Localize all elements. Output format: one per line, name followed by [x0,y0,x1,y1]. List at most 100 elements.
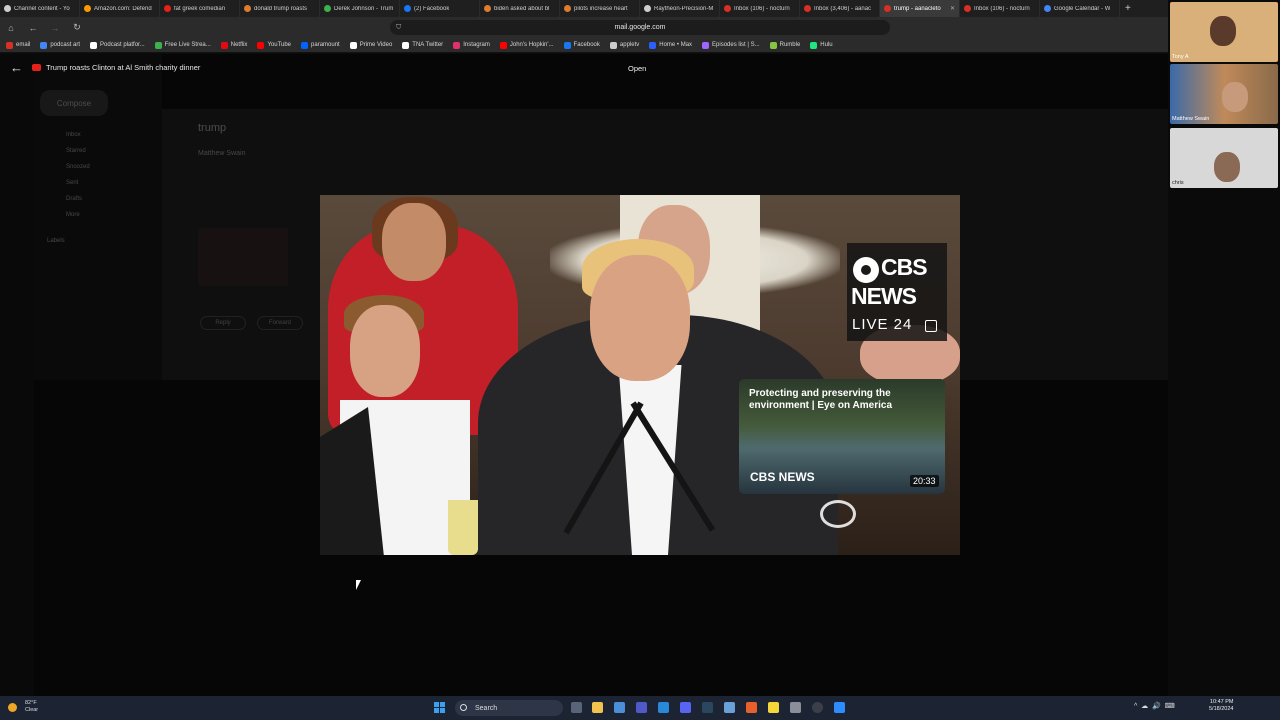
browser-tab[interactable]: trump - aanacleto ✕ [880,0,960,17]
obs-icon[interactable] [812,702,823,713]
browser-tab[interactable]: Raytheon-Precision-M [640,0,720,17]
bookmark-item[interactable]: email [6,41,30,49]
weather-widget[interactable]: 82°F Clear [25,700,38,714]
nav-starred[interactable]: Starred [66,148,86,154]
system-tray[interactable]: ^ ☁ 🔊 ⌨ [1134,702,1175,710]
brave-icon[interactable] [746,702,757,713]
url-field[interactable]: ⛉ mail.google.com [390,20,890,35]
back-icon[interactable]: ← [22,23,44,33]
browser-tab[interactable]: biden asked about bl [480,0,560,17]
browser-tab[interactable]: Derek Johnson - Trum [320,0,400,17]
browser-tab[interactable]: (2) Facebook [400,0,480,17]
reload-icon[interactable]: ↻ [66,22,88,33]
tab-favicon-icon [964,5,971,12]
browser-tab[interactable]: Google Calendar - W [1040,0,1120,17]
weather-temp: 82°F [25,700,37,706]
mail-icon[interactable] [658,702,669,713]
bookmark-label: TNA Twitter [412,42,444,48]
browser-tab[interactable]: fat greek comedian [160,0,240,17]
url-text: mail.google.com [614,24,666,31]
forward-button[interactable]: Forward [257,316,303,330]
nav-snoozed[interactable]: Snoozed [66,164,90,170]
participants-panel: Tony A Matthew Swain chris [1168,0,1280,696]
sticky-notes-icon[interactable] [768,702,779,713]
tab-title: pilots increase heart [574,5,628,12]
shield-icon: ⛉ [396,23,402,31]
bookmark-favicon-icon [810,41,818,49]
browser-tab[interactable]: Inbox (106) - nocturn [960,0,1040,17]
participant-tile[interactable]: chris [1170,128,1278,188]
taskbar-search[interactable]: Search [455,700,563,716]
task-view-icon[interactable] [571,702,582,713]
labels-heading: Labels [47,238,65,244]
new-tab-icon[interactable]: + [1120,3,1136,14]
nav-sent[interactable]: Sent [66,180,78,186]
discord-icon[interactable] [680,702,691,713]
taskbar-clock[interactable]: 10:47 PM 5/18/2024 [1209,699,1233,713]
file-explorer-icon[interactable] [592,702,603,713]
mouse-cursor-icon [356,580,361,590]
cbs-news-live-logo[interactable]: CBS NEWS LIVE 24 [847,243,947,341]
browser-tab[interactable]: Channel content - Yo [0,0,80,17]
browser-tab[interactable]: donald trump roasts [240,0,320,17]
nav-drafts[interactable]: Drafts [66,196,82,202]
bookmark-item[interactable]: John's Hopkin'... [499,41,554,49]
back-arrow-icon[interactable]: ← [10,60,23,75]
windows-start-icon[interactable] [434,702,446,714]
close-tab-icon[interactable]: ✕ [950,5,955,12]
bookmark-item[interactable]: podcast art [40,41,80,49]
bookmark-label: paramount [311,42,340,48]
bookmark-item[interactable]: Instagram [453,41,490,49]
bookmark-item[interactable]: Netflix [220,41,247,49]
bookmark-item[interactable]: TNA Twitter [402,41,444,49]
tab-title: biden asked about bl [494,5,550,12]
browser-tab[interactable]: Inbox (3,406) - aanac [800,0,880,17]
bookmark-item[interactable]: Rumble [769,41,800,49]
nav-more[interactable]: More [66,212,80,218]
bookmark-item[interactable]: Podcast platfor... [90,41,145,49]
bookmark-item[interactable]: Hulu [810,41,833,49]
open-button[interactable]: Open [628,64,646,73]
participant-person [1210,16,1236,46]
suggested-video-card[interactable]: Protecting and preserving the environmen… [739,379,945,494]
guest-man-head [350,305,420,397]
forward-icon[interactable]: → [44,23,66,33]
bookmark-item[interactable]: Prime Video [349,41,392,49]
cbs-watermark-icon [820,500,856,528]
bookmark-label: Free Live Strea... [164,42,211,48]
external-link-icon[interactable] [925,320,937,332]
steam-icon[interactable] [702,702,713,713]
video-attachment-thumbnail[interactable] [198,228,288,286]
browser-tab[interactable]: Amazon.com: Defend [80,0,160,17]
bookmark-item[interactable]: Episodes list | S... [702,41,760,49]
bookmark-item[interactable]: appletv [609,41,640,49]
bookmark-favicon-icon [301,41,309,49]
browser-tab[interactable]: pilots increase heart [560,0,640,17]
bookmark-item[interactable]: Home • Max [649,41,693,49]
bookmark-label: appletv [619,42,640,48]
bookmark-label: Home • Max [659,42,693,48]
zoom-icon[interactable] [834,702,845,713]
participant-tile[interactable]: Matthew Swain [1170,64,1278,124]
store-icon[interactable] [614,702,625,713]
participant-tile[interactable]: Tony A [1170,2,1278,62]
home-icon[interactable]: ⌂ [0,23,22,33]
bookmark-item[interactable]: YouTube [257,41,291,49]
tab-title: Inbox (3,406) - aanac [814,5,872,12]
tab-title: Derek Johnson - Trum [334,5,394,12]
teams-icon[interactable] [636,702,647,713]
settings-icon[interactable] [790,702,801,713]
reply-button[interactable]: Reply [200,316,246,330]
bookmark-favicon-icon [769,41,777,49]
bookmark-item[interactable]: Free Live Strea... [154,41,211,49]
bookmark-item[interactable]: paramount [301,41,340,49]
youtube-icon [32,64,41,71]
nav-inbox[interactable]: Inbox [66,132,81,138]
compose-button[interactable]: Compose [40,90,108,116]
video-player[interactable]: CBS NEWS LIVE 24 Protecting and preservi… [320,195,960,555]
tab-title: Raytheon-Precision-M [654,5,714,12]
photos-icon[interactable] [724,702,735,713]
cbs-logo-line3: LIVE 24 [852,316,913,333]
bookmark-item[interactable]: Facebook [563,41,600,49]
browser-tab[interactable]: Inbox (106) - nocturn [720,0,800,17]
